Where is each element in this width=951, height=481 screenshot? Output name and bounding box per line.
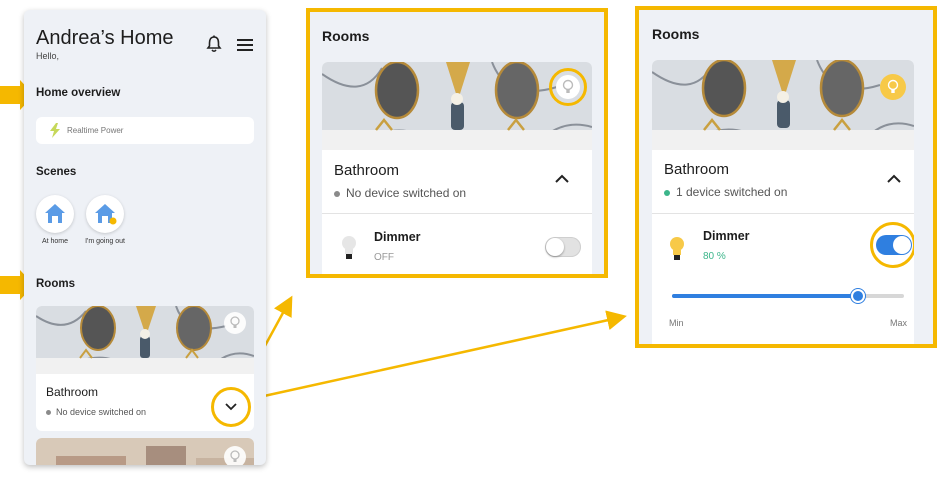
- bulb-on-icon: [668, 235, 686, 266]
- room-name: Bathroom: [334, 162, 400, 179]
- device-toggle[interactable]: [876, 235, 912, 255]
- chevron-up-icon: [887, 174, 901, 183]
- device-state: OFF: [374, 252, 394, 263]
- room-status-text: 1 device switched on: [676, 185, 788, 199]
- bathroom-photo: [652, 60, 914, 150]
- home-icon: [36, 195, 74, 233]
- divider: [652, 213, 914, 214]
- scene-label: I'm going out: [85, 238, 125, 245]
- toggle-knob: [546, 238, 564, 256]
- room-status: 1 device switched on: [664, 185, 787, 199]
- lightbulb-icon: [556, 75, 580, 99]
- lightbulb-icon[interactable]: [224, 312, 246, 334]
- device-state: 80 %: [703, 251, 726, 262]
- chevron-down-icon: [225, 403, 237, 411]
- bulb-off-icon: [340, 234, 358, 265]
- living-room-photo: [36, 438, 254, 465]
- rooms-panel-on: Rooms Bathroom 1 device switched on Dimm…: [635, 6, 937, 348]
- greeting: Hello,: [36, 51, 60, 61]
- rooms-heading: Rooms: [322, 28, 370, 44]
- menu-icon[interactable]: [237, 38, 253, 51]
- lightbulb-button[interactable]: [549, 68, 587, 106]
- collapse-button[interactable]: [884, 172, 904, 191]
- toggle-knob: [893, 236, 911, 254]
- status-dot: [46, 410, 51, 416]
- room-status-text: No device switched on: [56, 407, 147, 417]
- brightness-slider[interactable]: [672, 289, 904, 303]
- device-name: Dimmer: [374, 230, 421, 244]
- home-overview-heading: Home overview: [36, 87, 121, 99]
- rooms-heading: Rooms: [652, 26, 700, 42]
- rooms-heading: Rooms: [36, 278, 75, 290]
- divider: [322, 213, 592, 214]
- collapse-button[interactable]: [552, 172, 572, 191]
- phone-screen: Andrea’s Home Hello, Home overview Realt…: [24, 10, 266, 465]
- room-card-bathroom[interactable]: Bathroom No device switched on Dimmer OF…: [322, 62, 592, 274]
- chevron-up-icon: [555, 174, 569, 183]
- page-title: Andrea’s Home: [36, 27, 174, 49]
- scene-going-out[interactable]: I'm going out: [85, 195, 135, 246]
- home-away-icon: [86, 195, 124, 233]
- status-dot: [664, 189, 670, 196]
- room-card-living[interactable]: [36, 438, 254, 465]
- device-name: Dimmer: [703, 229, 750, 243]
- slider-knob[interactable]: [850, 289, 865, 303]
- slider-min-label: Min: [669, 318, 684, 328]
- scenes-heading: Scenes: [36, 166, 77, 178]
- status-dot: [334, 190, 340, 197]
- slider-max-label: Max: [890, 318, 908, 328]
- room-name: Bathroom: [46, 385, 99, 399]
- lightbulb-icon[interactable]: [224, 446, 246, 465]
- lightning-icon: [49, 123, 61, 143]
- room-status: No device switched on: [46, 407, 146, 417]
- realtime-power-card[interactable]: Realtime Power: [36, 117, 254, 144]
- room-name: Bathroom: [664, 161, 730, 178]
- room-card-bathroom[interactable]: Bathroom 1 device switched on Dimmer 80 …: [652, 60, 914, 344]
- expand-room-button[interactable]: [211, 387, 251, 427]
- room-status: No device switched on: [334, 186, 466, 200]
- bathroom-photo: [36, 306, 254, 374]
- slider-fill: [672, 294, 858, 298]
- lightbulb-on-icon[interactable]: [880, 74, 906, 100]
- realtime-power-label: Realtime Power: [67, 126, 124, 135]
- rooms-panel-off: Rooms Bathroom No device switched on Dim…: [306, 8, 608, 278]
- device-toggle[interactable]: [545, 237, 581, 257]
- room-status-text: No device switched on: [346, 186, 467, 200]
- bell-icon[interactable]: [206, 35, 222, 53]
